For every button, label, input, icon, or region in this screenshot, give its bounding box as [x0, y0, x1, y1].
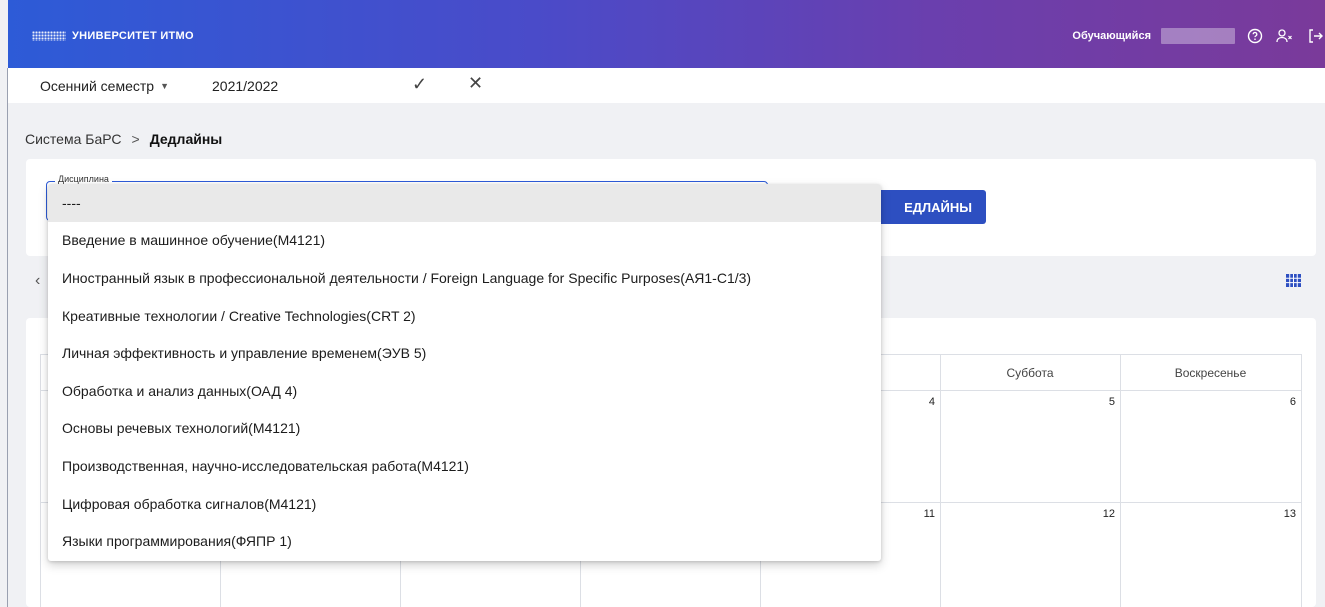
- grid-line: [1120, 354, 1121, 607]
- day-cell-number[interactable]: 6: [1120, 396, 1296, 408]
- grid-line: [40, 354, 41, 607]
- day-header-saturday: Суббота: [1006, 366, 1054, 380]
- day-cell-number[interactable]: 13: [1120, 508, 1296, 520]
- user-name-redacted: [1161, 28, 1235, 44]
- logo-text: УНИВЕРСИТЕТ ИТМО: [72, 30, 194, 42]
- breadcrumb-root[interactable]: Система БаРС: [25, 131, 122, 147]
- dropdown-option[interactable]: Цифровая обработка сигналов(M4121): [48, 485, 881, 523]
- confirm-check-icon[interactable]: ✓: [412, 74, 427, 95]
- term-value: Осенний семестр: [40, 78, 155, 94]
- dropdown-option[interactable]: Производственная, научно-исследовательск…: [48, 447, 881, 485]
- logo-dots-icon: [32, 31, 66, 41]
- help-icon[interactable]: [1245, 26, 1265, 46]
- role-label: Обучающийся: [1072, 30, 1151, 42]
- day-cell-number[interactable]: 12: [940, 508, 1115, 520]
- page-left-border: [7, 68, 8, 607]
- logout-icon[interactable]: [1305, 26, 1325, 46]
- dropdown-option[interactable]: Введение в машинное обучение(M4121): [48, 222, 881, 260]
- caret-down-icon: ▼: [160, 81, 169, 91]
- grid-line: [940, 354, 941, 607]
- close-icon[interactable]: ✕: [468, 73, 483, 94]
- term-select[interactable]: Осенний семестр ▼: [40, 78, 169, 94]
- dropdown-option[interactable]: Личная эффективность и управление времен…: [48, 334, 881, 372]
- user-area: Обучающийся: [1072, 26, 1325, 46]
- itmo-logo[interactable]: УНИВЕРСИТЕТ ИТМО: [32, 30, 194, 42]
- dropdown-option[interactable]: Обработка и анализ данных(ОАД 4): [48, 372, 881, 410]
- day-cell-number[interactable]: 5: [940, 396, 1115, 408]
- dropdown-option[interactable]: ----: [48, 184, 881, 222]
- calendar-grid-icon[interactable]: [1286, 274, 1301, 287]
- breadcrumb-separator: >: [131, 131, 140, 147]
- day-header-sunday: Воскресенье: [1174, 366, 1247, 380]
- user-switch-icon[interactable]: [1275, 26, 1295, 46]
- discipline-dropdown-menu: ---- Введение в машинное обучение(M4121)…: [48, 184, 881, 561]
- discipline-label: Дисциплина: [55, 174, 112, 184]
- top-header: УНИВЕРСИТЕТ ИТМО Обучающийся: [8, 0, 1325, 68]
- grid-line: [1301, 354, 1302, 607]
- breadcrumb: Система БаРС > Дедлайны: [25, 131, 222, 147]
- dropdown-option[interactable]: Иностранный язык в профессиональной деят…: [48, 259, 881, 297]
- dropdown-option[interactable]: Креативные технологии / Creative Technol…: [48, 297, 881, 335]
- dropdown-option[interactable]: Основы речевых технологий(M4121): [48, 410, 881, 448]
- chevron-left-icon[interactable]: ‹: [35, 272, 40, 290]
- dropdown-option[interactable]: Языки программирования(ФЯПР 1): [48, 522, 881, 560]
- year-field[interactable]: 2021/2022: [212, 78, 278, 94]
- page-title: Дедлайны: [149, 131, 223, 147]
- semester-bar: Осенний семестр ▼ 2021/2022 ✓ ✕: [8, 68, 1325, 103]
